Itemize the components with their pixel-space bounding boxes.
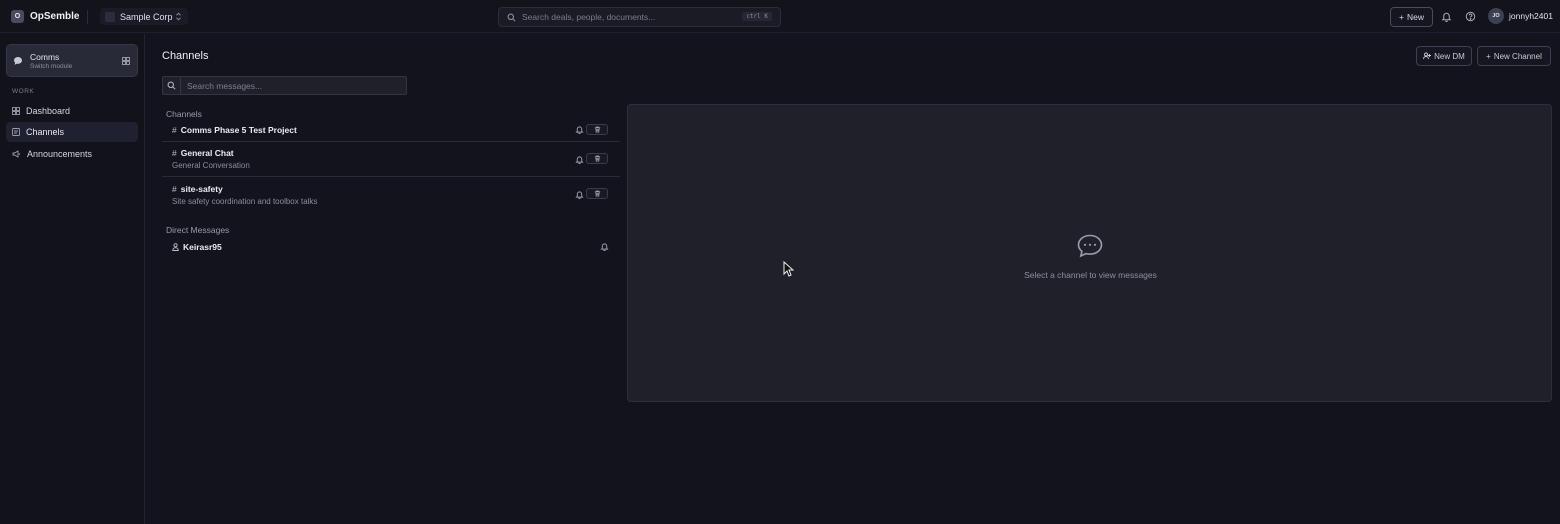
chevron-up-down-icon [175,12,182,21]
global-search-input[interactable] [522,12,732,22]
dm-name: Keirasr95 [172,242,222,252]
sidebar-item-dashboard[interactable]: Dashboard [6,101,138,121]
top-bar: O OpSemble Sample Corp ctrl K + New JO j… [0,0,1560,33]
new-button-label: New [1406,12,1424,22]
channel-description: General Conversation [172,161,250,170]
sidebar-item-label: Channels [26,127,65,137]
search-shortcut-badge: ctrl K [742,12,772,21]
org-logo-icon [105,11,115,22]
direct-messages-heading: Direct Messages [166,225,230,235]
bell-icon[interactable] [575,125,584,134]
app-name[interactable]: OpSemble [30,11,79,22]
user-plus-icon [1423,52,1432,60]
user-icon [172,243,179,251]
channel-name-text: site-safety [180,184,223,194]
new-button[interactable]: + New [1390,7,1433,27]
channel-item[interactable]: # General Chat General Conversation [162,141,620,177]
module-subtitle: Switch module [30,63,73,70]
module-name: Comms [30,52,60,62]
search-icon [163,77,181,94]
notifications-bell-icon[interactable] [1441,11,1452,22]
message-panel-empty-state: Select a channel to view messages [627,104,1552,402]
chat-bubble-icon [13,56,23,66]
page-title: Channels [162,50,209,62]
channel-name-text: Comms Phase 5 Test Project [180,125,297,135]
bell-icon[interactable] [575,155,584,164]
bell-icon[interactable] [600,242,609,251]
chat-bubble-icon [1076,233,1104,259]
new-channel-button[interactable]: + New Channel [1477,46,1551,66]
new-dm-label: New DM [1434,51,1465,61]
avatar: JO [1488,8,1504,24]
message-search[interactable] [162,76,407,95]
grid-icon [122,57,130,65]
grid-icon [12,107,20,115]
channel-name-text: General Chat [180,148,234,158]
username: jonnyh2401 [1509,11,1553,21]
trash-icon [594,155,600,162]
hash-icon: # [172,184,177,194]
channel-icon [12,128,20,136]
sidebar-item-label: Dashboard [26,106,71,116]
divider [87,10,88,24]
module-switcher[interactable]: Comms Switch module [6,44,138,77]
channel-name: # Comms Phase 5 Test Project [172,125,297,135]
channel-name: # site-safety [172,184,223,194]
user-menu[interactable]: JO jonnyh2401 [1488,8,1553,24]
channel-item[interactable]: # Comms Phase 5 Test Project [162,120,620,141]
bell-icon[interactable] [575,190,584,199]
hash-icon: # [172,148,177,158]
plus-icon: + [1399,12,1404,22]
channels-heading: Channels [166,109,202,119]
app-logo[interactable]: O [11,10,24,23]
message-search-input[interactable] [181,80,401,91]
nav-section-label: WORK [12,88,35,95]
new-channel-label: New Channel [1493,51,1542,61]
global-search[interactable]: ctrl K [498,7,781,27]
delete-channel-button[interactable] [586,153,608,164]
new-dm-button[interactable]: New DM [1416,46,1472,66]
dm-item[interactable]: Keirasr95 [162,239,620,257]
megaphone-icon [12,150,21,158]
org-switcher[interactable]: Sample Corp [100,8,188,25]
delete-channel-button[interactable] [586,188,608,199]
org-name: Sample Corp [120,11,173,22]
main-content: Channels New DM + New Channel Channels #… [146,34,1560,524]
empty-state-text: Select a channel to view messages [1024,270,1157,280]
search-icon [507,13,516,22]
mouse-cursor-icon [783,261,794,277]
trash-icon [594,126,600,133]
dm-name-text: Keirasr95 [183,242,222,252]
delete-channel-button[interactable] [586,124,608,135]
sidebar-item-channels[interactable]: Channels [6,122,138,142]
plus-icon: + [1486,51,1491,61]
channel-description: Site safety coordination and toolbox tal… [172,197,318,206]
channel-item[interactable]: # site-safety Site safety coordination a… [162,178,620,211]
trash-icon [594,190,600,197]
channel-name: # General Chat [172,148,234,158]
hash-icon: # [172,125,177,135]
help-icon[interactable] [1465,11,1476,22]
sidebar-item-label: Announcements [27,149,93,159]
sidebar-item-announcements[interactable]: Announcements [6,144,138,164]
sidebar: Comms Switch module WORK Dashboard Chann… [0,34,145,524]
